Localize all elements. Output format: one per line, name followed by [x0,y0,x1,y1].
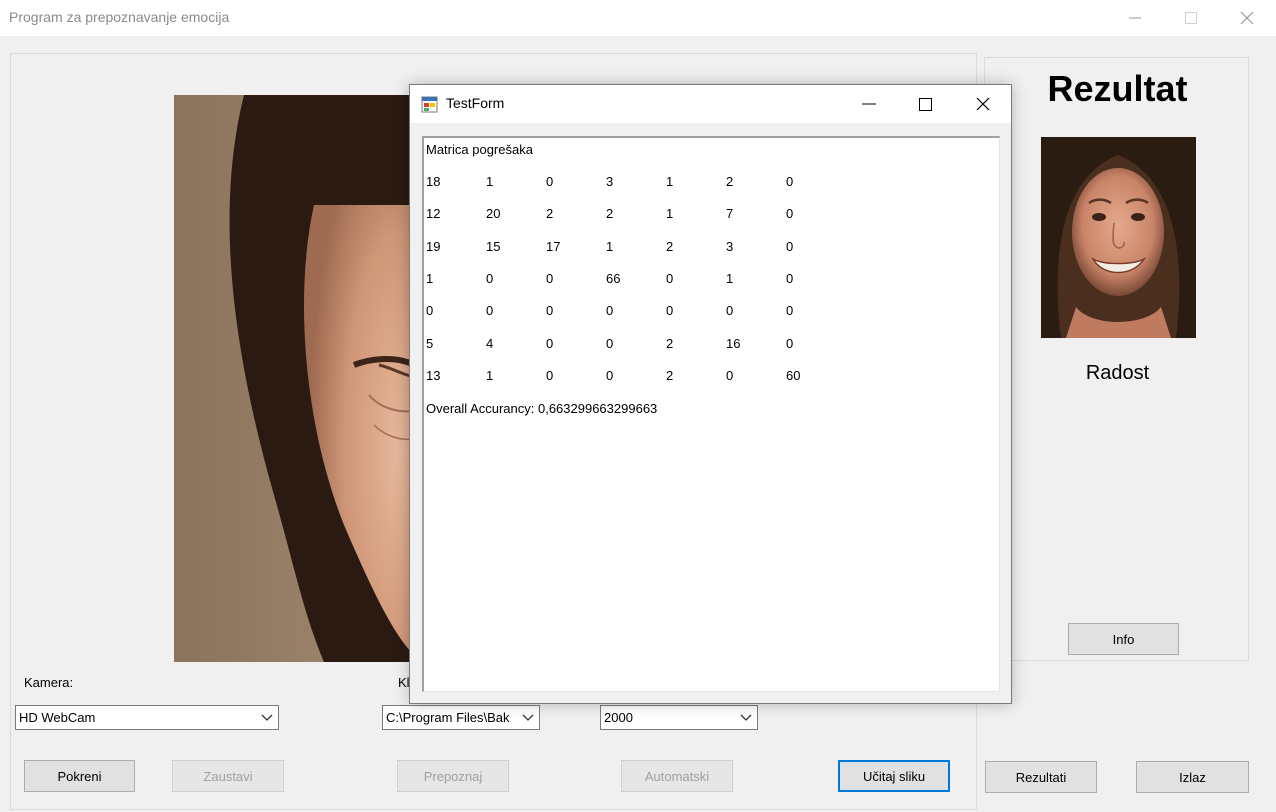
results-button[interactable]: Rezultati [985,761,1097,793]
minimize-icon[interactable] [1107,0,1163,36]
matrix-cell: 0 [726,368,734,383]
automatic-button[interactable]: Automatski [621,760,733,792]
matrix-cell: 0 [486,303,494,318]
dialog-title: TestForm [446,95,505,111]
camera-preview-image [174,95,414,662]
interval-value: 2000 [604,710,633,725]
camera-select-value: HD WebCam [19,710,96,725]
matrix-cell: 0 [426,303,434,318]
matrix-heading: Matrica pogrešaka [426,142,533,157]
result-title: Rezultat [1047,68,1188,109]
load-image-button[interactable]: Učitaj sliku [838,760,950,792]
matrix-cell: 7 [726,206,734,221]
matrix-cell: 0 [546,336,554,351]
matrix-cell: 12 [426,206,441,221]
matrix-cell: 0 [786,303,794,318]
matrix-cell: 0 [606,368,614,383]
chevron-down-icon [517,706,539,729]
start-button[interactable]: Pokreni [24,760,135,792]
close-icon[interactable] [954,85,1011,123]
matrix-cell: 0 [606,336,614,351]
matrix-cell: 2 [666,368,674,383]
matrix-cell: 0 [546,303,554,318]
matrix-cell: 18 [426,174,441,189]
matrix-cell: 1 [486,174,494,189]
matrix-cell: 1 [606,239,614,254]
matrix-cell: 0 [786,271,794,286]
matrix-cell: 3 [606,174,614,189]
maximize-icon[interactable] [1163,0,1219,36]
matrix-cell: 0 [786,239,794,254]
results-textbox[interactable]: Matrica pogrešaka 18 1 0 3 1 2 0 12 20 2… [422,136,1000,692]
matrix-cell: 2 [606,206,614,221]
result-emotion-label: Radost [1085,362,1150,384]
recognize-button[interactable]: Prepoznaj [397,760,509,792]
matrix-cell: 2 [666,239,674,254]
matrix-cell: 13 [426,368,441,383]
stop-button[interactable]: Zaustavi [172,760,284,792]
matrix-cell: 0 [546,174,554,189]
result-face-image [1041,137,1196,338]
matrix-cell: 0 [666,271,674,286]
minimize-icon[interactable] [840,85,897,123]
matrix-cell: 2 [546,206,554,221]
matrix-cell: 19 [426,239,441,254]
chevron-down-icon [256,706,278,729]
matrix-cell: 1 [666,174,674,189]
matrix-cell: 0 [726,303,734,318]
matrix-cell: 0 [546,368,554,383]
window-title: Program za prepoznavanje emocija [9,9,230,25]
classifier-path-select[interactable]: C:\Program Files\Bak [382,705,540,730]
matrix-cell: 20 [486,206,501,221]
matrix-cell: 0 [546,271,554,286]
classifier-path-value: C:\Program Files\Bak [386,710,510,725]
maximize-icon[interactable] [897,85,954,123]
camera-select[interactable]: HD WebCam [15,705,279,730]
close-icon[interactable] [1219,0,1275,36]
matrix-cell: 3 [726,239,734,254]
classifier-label: Kl [398,675,410,690]
matrix-cell: 15 [486,239,501,254]
test-form-dialog: TestForm Matrica pogrešaka 18 1 0 3 1 2 … [409,84,1012,704]
matrix-cell: 16 [726,336,741,351]
matrix-cell: 0 [486,271,494,286]
interval-select[interactable]: 2000 [600,705,758,730]
matrix-cell: 17 [546,239,561,254]
matrix-cell: 1 [426,271,434,286]
matrix-cell: 2 [726,174,734,189]
matrix-cell: 0 [786,336,794,351]
matrix-cell: 4 [486,336,494,351]
matrix-cell: 0 [786,206,794,221]
matrix-cell: 5 [426,336,434,351]
matrix-cell: 1 [726,271,734,286]
matrix-cell: 1 [666,206,674,221]
chevron-down-icon [735,706,757,729]
matrix-cell: 0 [606,303,614,318]
matrix-cell: 60 [786,368,801,383]
matrix-cell: 66 [606,271,621,286]
accuracy-text: Overall Accurancy: 0,663299663299663 [426,401,658,416]
matrix-cell: 1 [486,368,494,383]
app-form-icon [421,96,438,113]
info-button[interactable]: Info [1068,623,1179,655]
matrix-cell: 2 [666,336,674,351]
matrix-cell: 0 [666,303,674,318]
matrix-cell: 0 [786,174,794,189]
exit-button[interactable]: Izlaz [1136,761,1249,793]
camera-label: Kamera: [24,675,74,690]
